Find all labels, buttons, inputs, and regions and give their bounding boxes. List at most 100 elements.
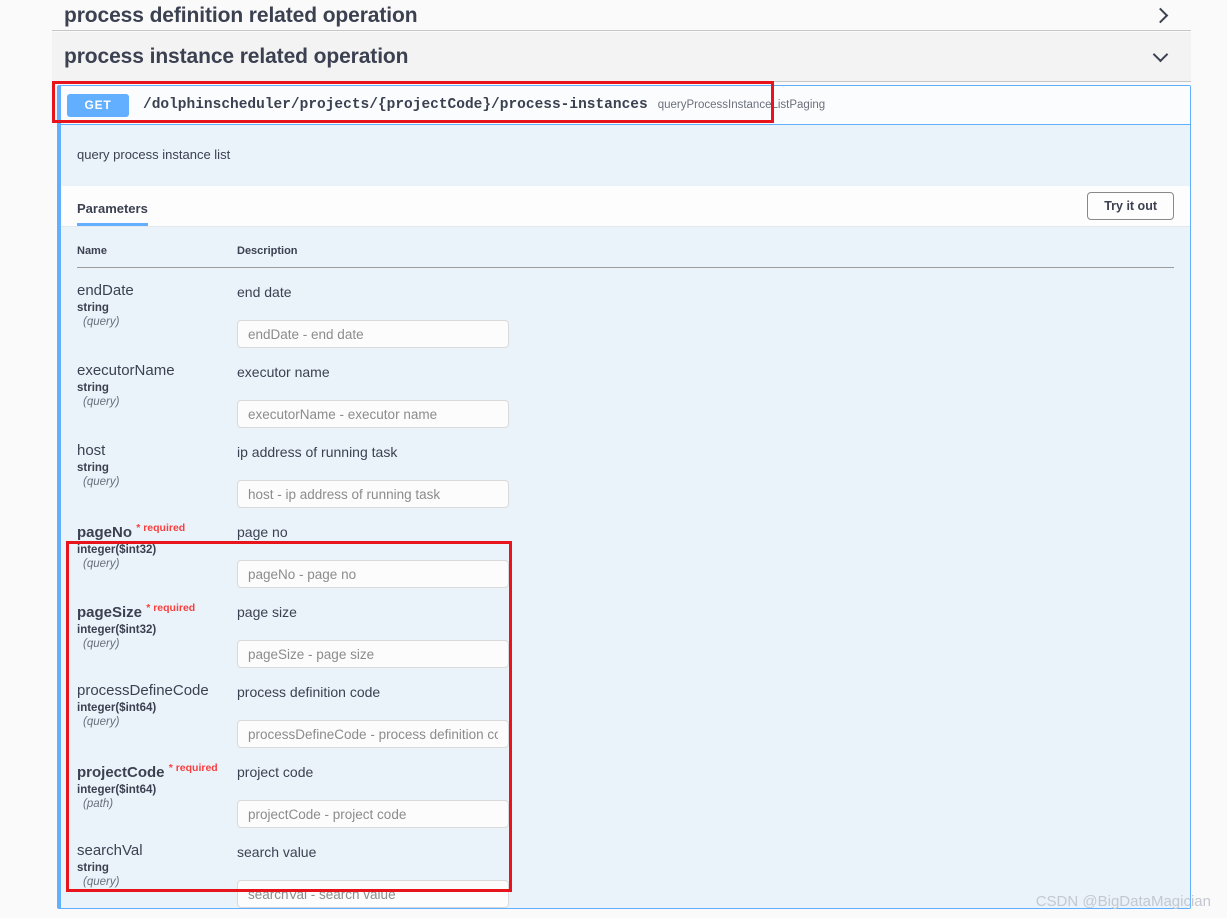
param-location: (query) (83, 316, 120, 329)
param-type: integer($int64) (77, 784, 157, 797)
param-location: (query) (83, 558, 120, 571)
param-name-text: host (77, 442, 106, 459)
param-location: (query) (83, 476, 120, 489)
param-name-cell: pageNo * required integer($int32) (query) (77, 508, 237, 588)
param-description: project code (237, 764, 314, 780)
param-required-label: * required (168, 762, 218, 774)
param-location: (query) (83, 716, 120, 729)
param-location: (query) (83, 396, 120, 409)
param-name-cell: projectCode * required integer($int64) (pa… (77, 748, 237, 828)
tag-section-process-definition: process definition related operation (52, 0, 1191, 31)
param-input-host[interactable] (237, 480, 509, 508)
param-type: string (77, 382, 109, 395)
param-name-cell: executorName string (query) (77, 348, 237, 428)
param-name: processDefineCode (77, 682, 237, 699)
column-header-name: Name (77, 227, 237, 268)
table-row: projectCode * required integer($int64) (pa… (77, 748, 1174, 828)
param-input-pageNo[interactable] (237, 560, 509, 588)
watermark: CSDN @BigDataMagician (1035, 893, 1211, 910)
operation-description: query process instance list (61, 125, 1190, 186)
opblock-tabs-row: Parameters Try it out (61, 186, 1190, 227)
parameters-section: Name Description endDate string (query) end… (61, 227, 1190, 908)
param-type: string (77, 462, 109, 475)
param-description-cell: page no (237, 508, 1174, 588)
param-type: integer($int32) (77, 544, 157, 557)
chevron-down-icon[interactable] (1151, 47, 1171, 67)
operation-id: queryProcessInstanceListPaging (657, 99, 826, 111)
param-description-cell: project code (237, 748, 1174, 828)
tag-title: process instance related operation (64, 45, 409, 68)
param-name: pageNo * required (77, 522, 237, 541)
param-name: searchVal (77, 842, 237, 859)
param-name-text: executorName (77, 362, 175, 379)
chevron-right-icon[interactable] (1151, 6, 1171, 26)
param-name: endDate (77, 282, 237, 299)
param-name-text: endDate (77, 282, 134, 299)
param-name-cell: pageSize * required integer($int32) (query… (77, 588, 237, 668)
param-type: string (77, 302, 109, 315)
tab-parameters[interactable]: Parameters (77, 201, 148, 226)
param-name-text: pageSize (77, 604, 143, 621)
parameters-table: Name Description endDate string (query) end… (77, 227, 1174, 908)
param-required-label: * required (146, 602, 196, 614)
param-description: page no (237, 524, 288, 540)
param-input-searchVal[interactable] (237, 880, 509, 908)
tag-title: process definition related operation (64, 3, 418, 27)
param-type: integer($int64) (77, 702, 157, 715)
table-header-row: Name Description (77, 227, 1174, 268)
param-description: search value (237, 844, 317, 860)
table-row: searchVal string (query) search value (77, 828, 1174, 908)
param-name-cell: host string (query) (77, 428, 237, 508)
http-method-badge: GET (67, 93, 129, 117)
param-name-cell: searchVal string (query) (77, 828, 237, 908)
param-input-projectCode[interactable] (237, 800, 509, 828)
param-description: executor name (237, 364, 330, 380)
swagger-ui-page: process definition related operation pro… (0, 0, 1227, 918)
param-input-endDate[interactable] (237, 320, 509, 348)
param-input-pageSize[interactable] (237, 640, 509, 668)
table-row: host string (query) ip address of running t… (77, 428, 1174, 508)
param-description-cell: page size (237, 588, 1174, 668)
param-name-text: pageNo (77, 524, 133, 541)
tag-header-process-instance[interactable]: process instance related operation (52, 32, 1191, 82)
param-type: integer($int32) (77, 624, 157, 637)
param-description-cell: process definition code (237, 668, 1174, 748)
tag-section-process-instance: process instance related operation (52, 32, 1191, 82)
param-name-text: processDefineCode (77, 682, 209, 699)
param-input-processDefineCode[interactable] (237, 720, 509, 748)
parameters-table-body: endDatestring(query)end dateexecutorName… (77, 268, 1174, 908)
param-description-cell: executor name (237, 348, 1174, 428)
endpoint-path: /dolphinscheduler/projects/{projectCode}… (143, 97, 648, 113)
param-name-text: projectCode (77, 764, 165, 781)
table-row: pageNo * required integer($int32) (query) p… (77, 508, 1174, 588)
param-name-cell: processDefineCode integer($int64) (query) (77, 668, 237, 748)
param-input-executorName[interactable] (237, 400, 509, 428)
param-name: pageSize * required (77, 602, 237, 621)
param-name-text: searchVal (77, 842, 143, 859)
try-it-out-button[interactable]: Try it out (1087, 192, 1174, 220)
tag-header-process-definition[interactable]: process definition related operation (52, 0, 1191, 31)
param-type: string (77, 862, 109, 875)
table-row: executorName string (query) executor name (77, 348, 1174, 428)
param-description: process definition code (237, 684, 381, 700)
param-description-cell: ip address of running task (237, 428, 1174, 508)
table-row: endDate string (query) end date (77, 268, 1174, 349)
param-location: (query) (83, 638, 120, 651)
param-name: host (77, 442, 237, 459)
param-description-cell: search value (237, 828, 1174, 908)
param-description: ip address of running task (237, 444, 398, 460)
param-name: projectCode * required (77, 762, 237, 781)
param-description: end date (237, 284, 292, 300)
param-name-cell: endDate string (query) (77, 268, 237, 349)
param-description: page size (237, 604, 297, 620)
param-location: (query) (83, 876, 120, 889)
column-header-description: Description (237, 227, 1174, 268)
param-location: (path) (83, 798, 114, 811)
param-name: executorName (77, 362, 237, 379)
table-row: pageSize * required integer($int32) (query… (77, 588, 1174, 668)
opblock-get-process-instances: GET /dolphinscheduler/projects/{projectC… (57, 85, 1191, 909)
param-description-cell: end date (237, 268, 1174, 348)
param-required-label: * required (136, 522, 186, 534)
table-row: processDefineCode integer($int64) (query) p… (77, 668, 1174, 748)
opblock-summary[interactable]: GET /dolphinscheduler/projects/{projectC… (61, 86, 1190, 125)
